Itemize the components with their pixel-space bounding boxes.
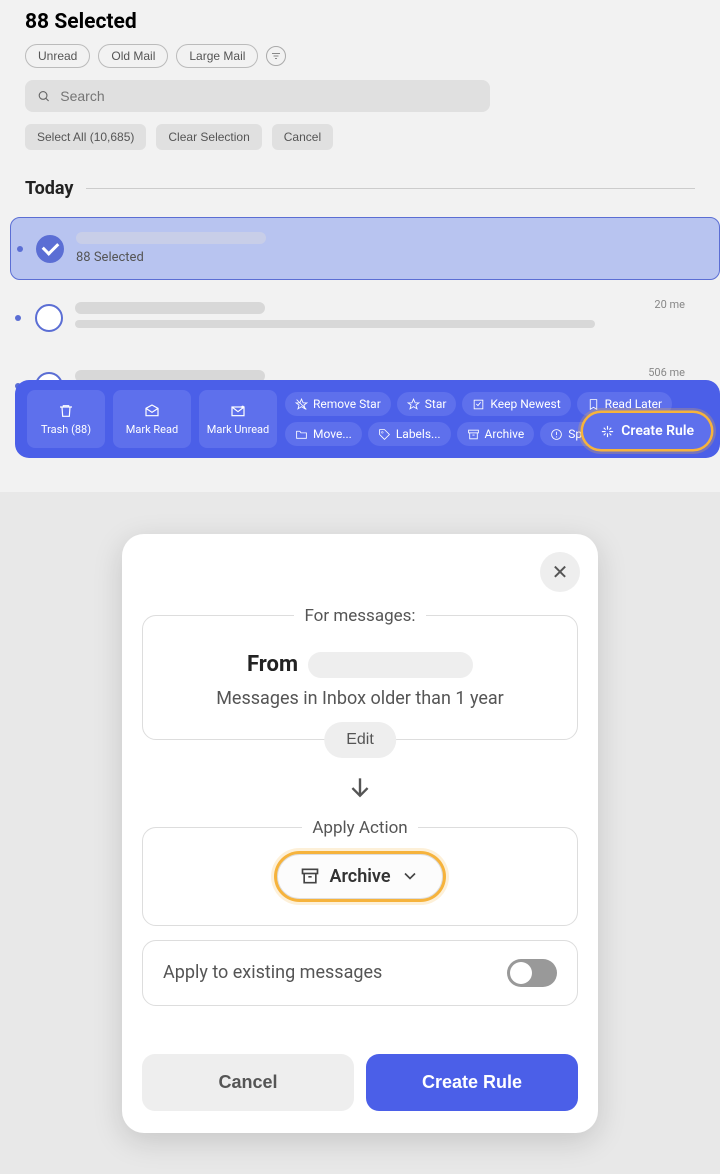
conditions-box: From Messages in Inbox older than 1 year… [142, 615, 578, 740]
mail-unread-icon [230, 403, 246, 419]
mail-row-selected[interactable]: 88 Selected [10, 217, 720, 280]
mail-row[interactable]: 20 me [25, 288, 695, 348]
create-rule-label: Create Rule [621, 423, 694, 439]
apply-existing-toggle[interactable] [507, 959, 557, 987]
trash-label: Trash (88) [41, 423, 91, 436]
keep-icon [472, 398, 485, 411]
selection-buttons: Select All (10,685) Clear Selection Canc… [25, 124, 695, 150]
unread-dot [15, 315, 21, 321]
spam-icon [550, 428, 563, 441]
tag-icon [378, 428, 391, 441]
star-off-icon [295, 398, 308, 411]
archive-icon [300, 866, 320, 886]
checkbox[interactable] [35, 304, 63, 332]
divider [86, 188, 696, 189]
search-input[interactable] [60, 88, 478, 104]
filter-unread[interactable]: Unread [25, 44, 90, 68]
close-icon[interactable]: ✕ [540, 552, 580, 592]
edit-button[interactable]: Edit [324, 722, 396, 758]
archive-icon [467, 428, 480, 441]
dialog-header-conditions: For messages: [142, 606, 578, 626]
dialog-buttons: Cancel Create Rule [142, 1054, 578, 1111]
archive-button[interactable]: Archive [457, 422, 535, 446]
section-header: Today [25, 178, 695, 199]
checkbox-checked[interactable] [36, 235, 64, 263]
condition-text: Messages in Inbox older than 1 year [163, 688, 557, 709]
folder-icon [295, 428, 308, 441]
mail-open-icon [144, 403, 160, 419]
mail-meta: 20 me [654, 298, 685, 311]
cancel-selection-button[interactable]: Cancel [272, 124, 333, 150]
mail-subtitle: 88 Selected [76, 250, 709, 265]
apply-existing-row: Apply to existing messages [142, 940, 578, 1006]
action-bar: Trash (88) Mark Read Mark Unread Remove … [15, 380, 720, 458]
mark-read-label: Mark Read [126, 423, 178, 436]
labels-button[interactable]: Labels... [368, 422, 451, 446]
star-button[interactable]: Star [397, 392, 457, 416]
skeleton [76, 232, 266, 244]
selection-view: 88 Selected Unread Old Mail Large Mail S… [0, 0, 720, 492]
from-value-placeholder [308, 652, 473, 678]
action-select[interactable]: Archive [277, 854, 442, 899]
skeleton [75, 302, 265, 314]
skeleton [75, 320, 595, 328]
trash-button[interactable]: Trash (88) [27, 390, 105, 448]
create-rule-button[interactable]: Create Rule [583, 413, 711, 449]
search-icon [37, 89, 50, 103]
create-rule-dialog: ✕ For messages: From Messages in Inbox o… [122, 534, 598, 1133]
clear-selection-button[interactable]: Clear Selection [156, 124, 261, 150]
trash-icon [58, 403, 74, 419]
dialog-cancel-button[interactable]: Cancel [142, 1054, 354, 1111]
filter-large-mail[interactable]: Large Mail [176, 44, 258, 68]
from-label: From [247, 652, 298, 677]
star-icon [407, 398, 420, 411]
keep-newest-button[interactable]: Keep Newest [462, 392, 570, 416]
unread-dot [17, 246, 23, 252]
mail-meta: 506 me [648, 366, 685, 379]
dialog-header-action: Apply Action [142, 818, 578, 838]
toggle-label: Apply to existing messages [163, 962, 382, 983]
select-all-button[interactable]: Select All (10,685) [25, 124, 146, 150]
mark-unread-label: Mark Unread [207, 423, 269, 436]
filter-settings-icon[interactable] [266, 46, 286, 66]
search-bar[interactable] [25, 80, 490, 112]
filter-old-mail[interactable]: Old Mail [98, 44, 168, 68]
remove-star-button[interactable]: Remove Star [285, 392, 391, 416]
dialog-backdrop: ✕ For messages: From Messages in Inbox o… [0, 492, 720, 1174]
action-box: Archive [142, 827, 578, 926]
chevron-down-icon [400, 866, 420, 886]
rule-icon [600, 424, 615, 439]
dialog-create-rule-button[interactable]: Create Rule [366, 1054, 578, 1111]
section-title: Today [25, 178, 74, 199]
action-label: Archive [329, 866, 390, 887]
mark-read-button[interactable]: Mark Read [113, 390, 191, 448]
filter-chips: Unread Old Mail Large Mail [25, 44, 695, 68]
move-button[interactable]: Move... [285, 422, 362, 446]
page-title: 88 Selected [25, 10, 695, 34]
from-line: From [163, 652, 557, 678]
arrow-down-icon [142, 774, 578, 800]
mark-unread-button[interactable]: Mark Unread [199, 390, 277, 448]
bookmark-icon [587, 398, 600, 411]
